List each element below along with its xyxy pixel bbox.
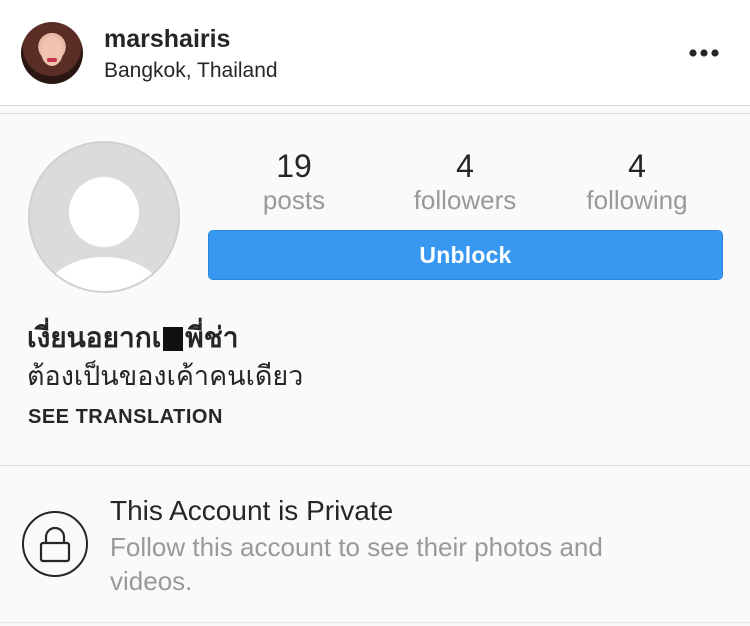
unblock-button[interactable]: Unblock	[208, 230, 723, 280]
placeholder-body	[44, 257, 164, 291]
user-avatar[interactable]	[21, 22, 83, 84]
see-translation-link[interactable]: SEE TRANSLATION	[28, 406, 223, 429]
private-title: This Account is Private	[110, 495, 394, 526]
posts-label: posts	[262, 185, 326, 215]
profile-avatar-placeholder	[28, 141, 180, 293]
lock-icon	[22, 511, 88, 577]
stat-followers[interactable]: 4 followers	[390, 148, 540, 216]
bio-line-1-start: เงี่ยนอยากเ	[27, 321, 162, 354]
avatar-lips	[47, 58, 57, 62]
location[interactable]: Bangkok, Thailand	[104, 59, 278, 83]
post-header: marshairis Bangkok, Thailand	[0, 0, 750, 106]
followers-count: 4	[456, 148, 474, 184]
posts-count: 19	[276, 148, 312, 184]
private-description: Follow this account to see their photos …	[110, 532, 603, 596]
following-label: following	[586, 185, 688, 215]
profile-section: 19 posts 4 followers 4 following Unblock…	[0, 114, 750, 466]
followers-label: followers	[413, 185, 517, 215]
redaction-block	[163, 327, 184, 351]
bottom-divider	[0, 622, 750, 623]
private-account-section: This Account is Private Follow this acco…	[0, 466, 750, 626]
following-count: 4	[628, 148, 646, 184]
username[interactable]: marshairis	[104, 25, 230, 54]
stat-following[interactable]: 4 following	[562, 148, 712, 216]
bio-line-2: ต้องเป็นของเค้าคนเดียว	[27, 361, 304, 392]
stat-posts: 19 posts	[219, 148, 369, 216]
bio-line-1-end: พี่ช่า	[185, 321, 239, 354]
more-horizontal-icon[interactable]	[686, 44, 722, 62]
section-divider	[0, 106, 750, 114]
placeholder-head	[69, 177, 139, 247]
